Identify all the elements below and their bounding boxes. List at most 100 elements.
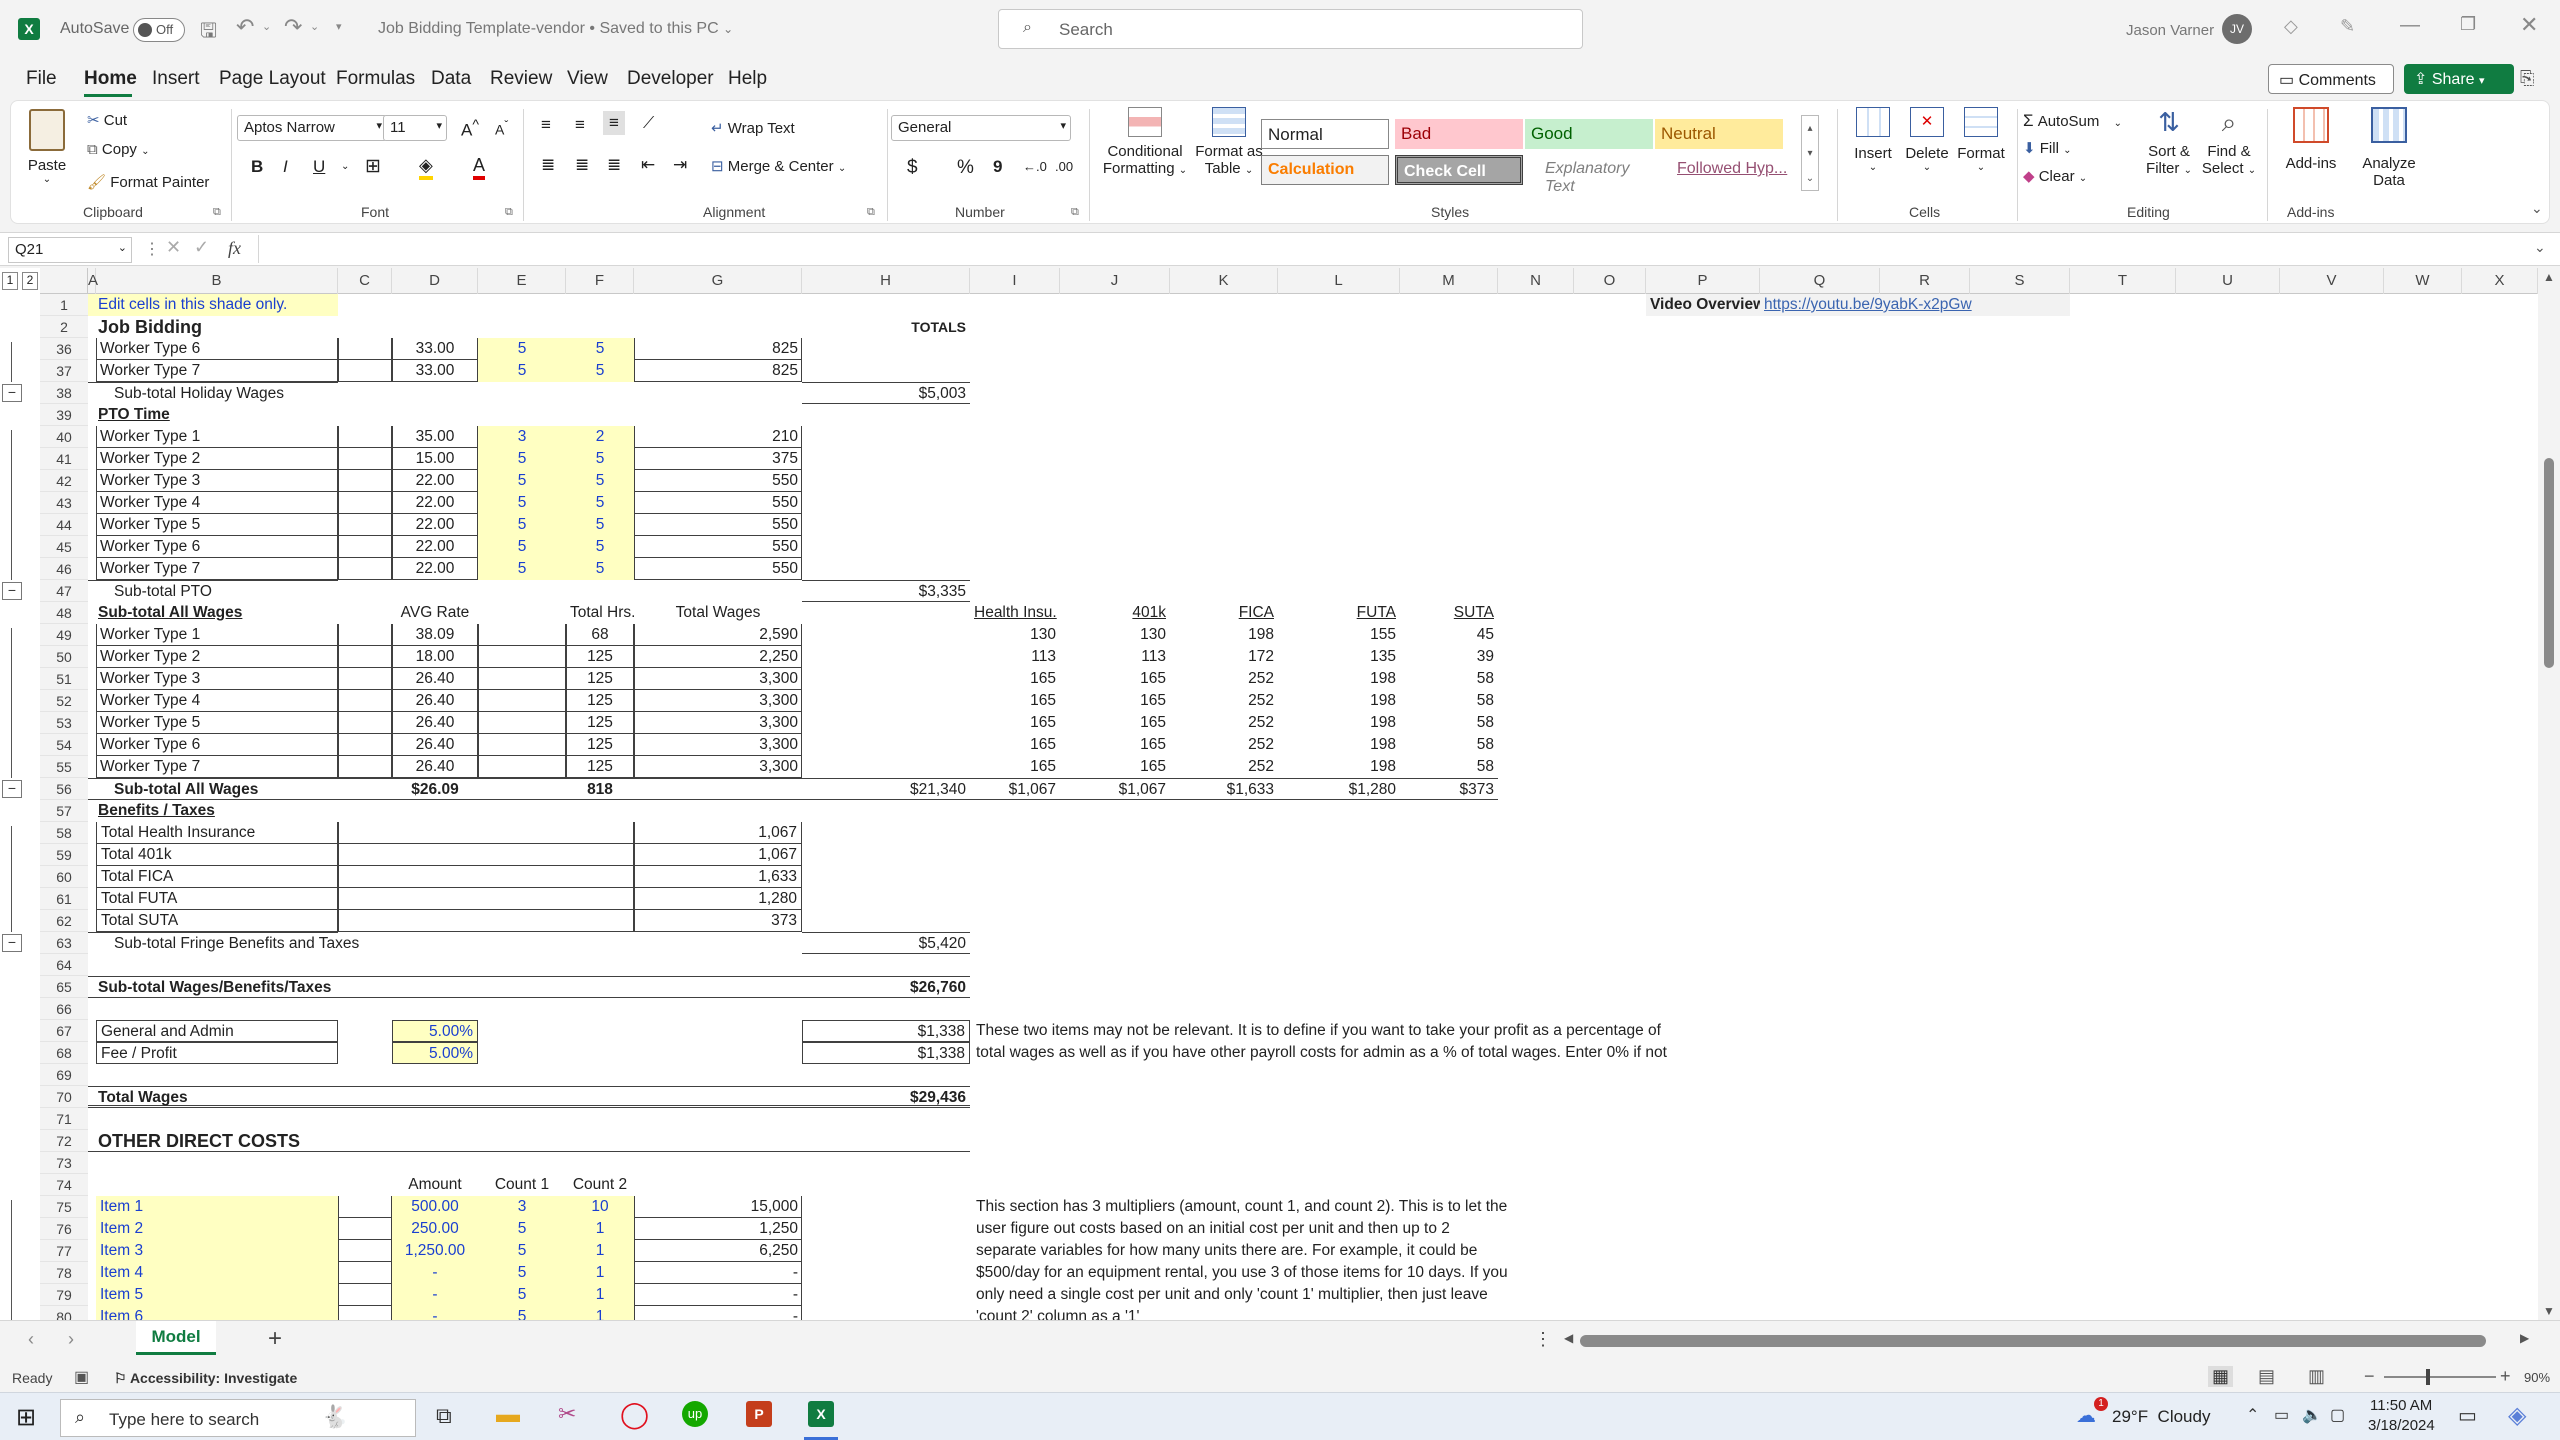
clear-button[interactable]: ◆ Clear ⌄	[2023, 167, 2087, 185]
row-header[interactable]: 78	[40, 1262, 88, 1284]
worker-type-label[interactable]: Worker Type 4	[96, 492, 338, 514]
autosave-toggle[interactable]: Off	[133, 18, 185, 42]
tab-developer[interactable]: Developer	[627, 68, 714, 90]
rate-cell[interactable]: 22.00	[392, 558, 478, 580]
zoom-out-icon[interactable]: −	[2364, 1366, 2375, 1387]
column-header-u[interactable]: U	[2176, 268, 2280, 294]
benefit-cell-i[interactable]: 165	[970, 690, 1060, 712]
benefit-cell-j[interactable]: 165	[1060, 690, 1170, 712]
row-header[interactable]: 54	[40, 734, 88, 756]
wage-cell[interactable]: 825	[634, 338, 802, 360]
subtotal-wages-benefits-value[interactable]: $26,760	[802, 976, 970, 998]
multiplier-note[interactable]: separate variables for how many units th…	[970, 1240, 1498, 1262]
count-cell[interactable]: 5	[566, 338, 634, 360]
scroll-left-icon[interactable]: ◀	[1564, 1331, 1573, 1345]
rate-cell[interactable]: 33.00	[392, 360, 478, 382]
video-overview-link[interactable]: https://youtu.be/9yabK-x2pGw	[1760, 294, 2070, 316]
total-hrs-cell[interactable]: 125	[566, 712, 634, 734]
benefit-cell-j[interactable]: 165	[1060, 668, 1170, 690]
document-title[interactable]: Job Bidding Template-vendor • Saved to t…	[378, 20, 733, 38]
percent-input[interactable]: 5.00%	[392, 1042, 478, 1064]
addins-button[interactable]: Add-ins	[2273, 107, 2349, 172]
grid-border[interactable]	[338, 514, 392, 536]
zoom-in-icon[interactable]: +	[2500, 1366, 2511, 1387]
benefit-total-m[interactable]: $373	[1400, 778, 1498, 800]
grid-border[interactable]	[338, 1306, 392, 1320]
benefit-total-cell[interactable]: 373	[634, 910, 802, 932]
benefit-label[interactable]: Total SUTA	[96, 910, 338, 932]
count-cell[interactable]: 3	[478, 426, 566, 448]
grid-border[interactable]	[338, 822, 634, 844]
count-cell[interactable]: 5	[566, 448, 634, 470]
rate-cell[interactable]: 33.00	[392, 338, 478, 360]
align-bottom-icon[interactable]: ≡	[603, 111, 625, 135]
page-layout-view-icon[interactable]: ▤	[2258, 1366, 2275, 1387]
increase-font-icon[interactable]: A^	[461, 117, 479, 141]
prev-sheet-icon[interactable]: ‹	[28, 1329, 34, 1350]
worker-type-label[interactable]: Worker Type 1	[96, 426, 338, 448]
row-header[interactable]: 50	[40, 646, 88, 668]
restore-icon[interactable]: ❐	[2460, 14, 2476, 35]
benefit-cell-j[interactable]: 165	[1060, 756, 1170, 778]
grid-border[interactable]	[478, 756, 566, 778]
item-label[interactable]: Item 4	[96, 1262, 338, 1284]
column-header-t[interactable]: T	[2070, 268, 2176, 294]
total-wages-cell[interactable]: 3,300	[634, 690, 802, 712]
subtotal-pto-value[interactable]: $3,335	[802, 580, 970, 602]
count1-input[interactable]: 5	[478, 1262, 566, 1284]
network-icon[interactable]: ▢	[2330, 1405, 2345, 1425]
increase-decimal-icon[interactable]: ←.0	[1023, 159, 1047, 174]
row-header[interactable]: 46	[40, 558, 88, 580]
row-header[interactable]: 76	[40, 1218, 88, 1240]
column-header-g[interactable]: G	[634, 268, 802, 294]
count2-input[interactable]: 1	[566, 1262, 634, 1284]
benefit-cell-l[interactable]: 135	[1278, 646, 1400, 668]
pto-section-heading[interactable]: PTO Time	[88, 404, 338, 426]
subtotal-wages-benefits-label[interactable]: Sub-total Wages/Benefits/Taxes	[88, 976, 802, 998]
worker-type-label[interactable]: Worker Type 7	[96, 360, 338, 382]
totals-header[interactable]: TOTALS	[802, 316, 970, 338]
outline-collapse-button[interactable]: −	[2, 582, 22, 600]
worker-type-label[interactable]: Worker Type 2	[96, 646, 338, 668]
speaker-icon[interactable]: 🔈	[2302, 1405, 2322, 1425]
benefit-cell-k[interactable]: 252	[1170, 734, 1278, 756]
row-header[interactable]: 65	[40, 976, 88, 998]
avg-rate-header[interactable]: AVG Rate	[392, 602, 478, 624]
benefit-cell-m[interactable]: 58	[1400, 756, 1498, 778]
count-cell[interactable]: 5	[478, 338, 566, 360]
row-header[interactable]: 64	[40, 954, 88, 976]
orientation-icon[interactable]: ⟋	[643, 115, 654, 133]
select-all-corner[interactable]	[40, 268, 88, 294]
count2-header[interactable]: Count 2	[566, 1174, 634, 1196]
total-wages-header[interactable]: Total Wages	[634, 602, 802, 624]
styles-scroll[interactable]: ▴ ▾ ⌄	[1801, 115, 1819, 191]
row-header[interactable]: 60	[40, 866, 88, 888]
item-label[interactable]: Item 2	[96, 1218, 338, 1240]
subtotal-all-wages-value[interactable]: $21,340	[802, 778, 970, 800]
dialog-launcher-icon[interactable]: ⧉	[213, 206, 221, 219]
column-header-w[interactable]: W	[2384, 268, 2462, 294]
benefit-cell-m[interactable]: 58	[1400, 712, 1498, 734]
total-wages-cell[interactable]: 2,250	[634, 646, 802, 668]
cut-button[interactable]: ✂ Cut	[87, 111, 127, 129]
grid-border[interactable]	[338, 360, 392, 382]
grid-border[interactable]	[338, 1262, 392, 1284]
insert-function-icon[interactable]: fx	[228, 238, 241, 259]
item-label[interactable]: Item 3	[96, 1240, 338, 1262]
avg-rate-cell[interactable]: 26.40	[392, 734, 478, 756]
redo-icon[interactable]: ↷	[284, 14, 302, 40]
count1-input[interactable]: 5	[478, 1240, 566, 1262]
rate-cell[interactable]: 35.00	[392, 426, 478, 448]
count1-input[interactable]: 3	[478, 1196, 566, 1218]
benefit-cell-i[interactable]: 113	[970, 646, 1060, 668]
format-painter-button[interactable]: 🖌 Format Painter	[87, 173, 209, 191]
worker-type-label[interactable]: Worker Type 4	[96, 690, 338, 712]
row-header[interactable]: 63	[40, 932, 88, 954]
amount-input[interactable]: -	[392, 1284, 478, 1306]
benefit-total-cell[interactable]: 1,633	[634, 866, 802, 888]
column-header-i[interactable]: I	[970, 268, 1060, 294]
rate-cell[interactable]: 22.00	[392, 514, 478, 536]
grid-border[interactable]	[338, 866, 634, 888]
user-name[interactable]: Jason Varner	[2126, 22, 2214, 39]
benefit-header-m[interactable]: SUTA	[1400, 602, 1498, 624]
